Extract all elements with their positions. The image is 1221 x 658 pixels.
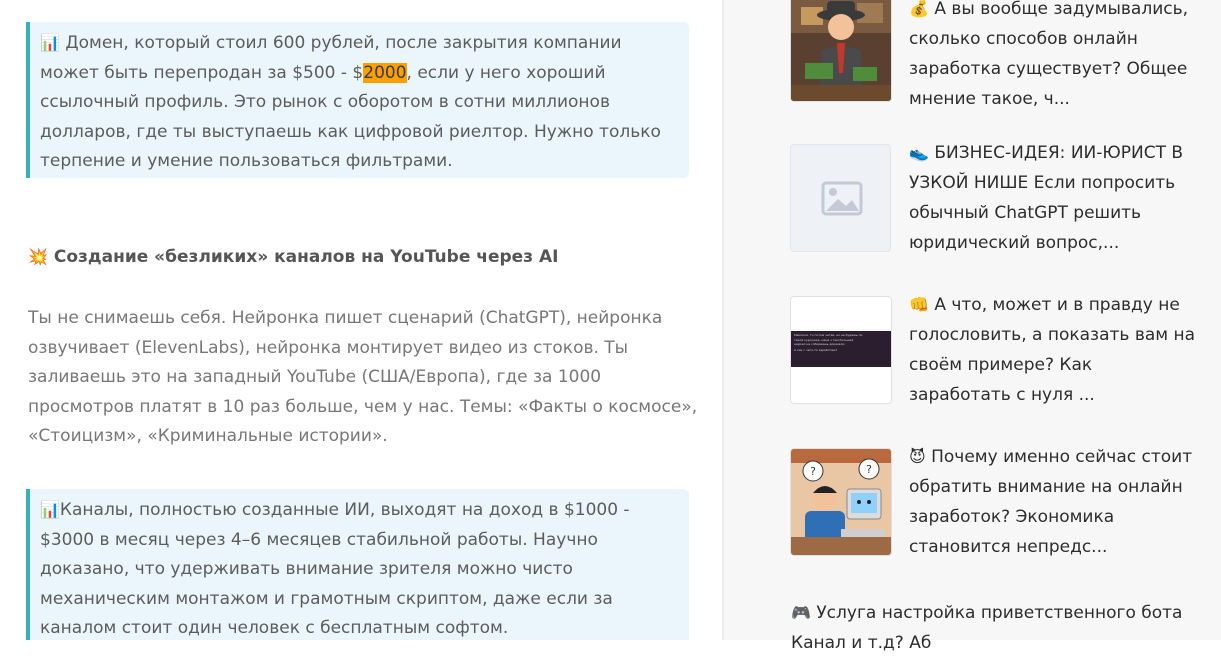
image-placeholder-icon (821, 181, 863, 216)
game-controller-icon: 🎮 (791, 603, 811, 622)
collision-icon: 💥 (28, 247, 48, 266)
post-thumbnail[interactable]: ? ? (790, 448, 892, 556)
sidebar-item-title[interactable]: 👊 А что, может и в правду не голословить… (909, 290, 1199, 410)
sidebar-item[interactable]: 💰 А вы вообще задумывались, сколько спос… (790, 0, 1202, 110)
sidebar-item[interactable]: 👟 БИЗНЕС-ИДЕЯ: ИИ-ЮРИСТ В УЗКОЙ НИШЕ Есл… (790, 143, 1202, 254)
post-thumbnail-placeholder[interactable] (790, 144, 891, 252)
mafia-man-illustration-icon (791, 0, 891, 101)
quote-text: Каналы, полностью созданные ИИ, выходят … (40, 500, 630, 638)
post-thumbnail[interactable] (790, 0, 892, 102)
article-paragraph: Ты не снимаешь себя. Нейронка пишет сцен… (28, 308, 698, 446)
sidebar-item-title[interactable]: 😈 Почему именно сейчас стоит обратить вн… (909, 442, 1199, 562)
svg-text:?: ? (866, 463, 872, 476)
quote-block-domains: 📊 Домен, который стоил 600 рублей, после… (26, 22, 689, 178)
sidebar-item-title[interactable]: 💰 А вы вообще задумывались, сколько спос… (909, 0, 1199, 114)
quote-block-channels: 📊Каналы, полностью созданные ИИ, выходят… (26, 489, 689, 640)
chart-icon: 📊 (40, 33, 60, 52)
confused-man-computer-illustration-icon: ? ? (791, 449, 891, 555)
sneaker-icon: 👟 (909, 143, 929, 162)
sidebar-item-text-continued[interactable]: Канал и т.д? Аб (791, 628, 1221, 658)
money-bag-icon: 💰 (909, 0, 929, 18)
svg-text:?: ? (810, 465, 816, 478)
section-heading: 💥 Создание «безликих» каналов на YouTube… (28, 247, 558, 267)
sidebar-item[interactable]: Мамочки, то потом читая, но не будешь по… (790, 295, 1202, 406)
article-body: 📊 Домен, который стоил 600 рублей, после… (0, 0, 722, 640)
sidebar-item-title[interactable]: 👟 БИЗНЕС-ИДЕЯ: ИИ-ЮРИСТ В УЗКОЙ НИШЕ Есл… (909, 138, 1199, 258)
chart-icon: 📊 (40, 500, 60, 519)
smiling-devil-icon: 😈 (909, 447, 926, 466)
sidebar-item-text[interactable]: 🎮 Услуга настройка приветственного бота (791, 598, 1221, 628)
section-heading-text: Создание «безликих» каналов на YouTube ч… (47, 247, 559, 267)
search-highlight: 2000 (363, 62, 407, 83)
sidebar-item[interactable]: ? ? 😈 Почему именно сейчас стоит обратит… (790, 447, 1202, 558)
fist-icon: 👊 (909, 295, 929, 314)
post-thumbnail[interactable]: Мамочки, то потом читая, но не будешь по… (790, 296, 892, 404)
chat-screenshot: Мамочки, то потом читая, но не будешь по… (791, 331, 891, 367)
